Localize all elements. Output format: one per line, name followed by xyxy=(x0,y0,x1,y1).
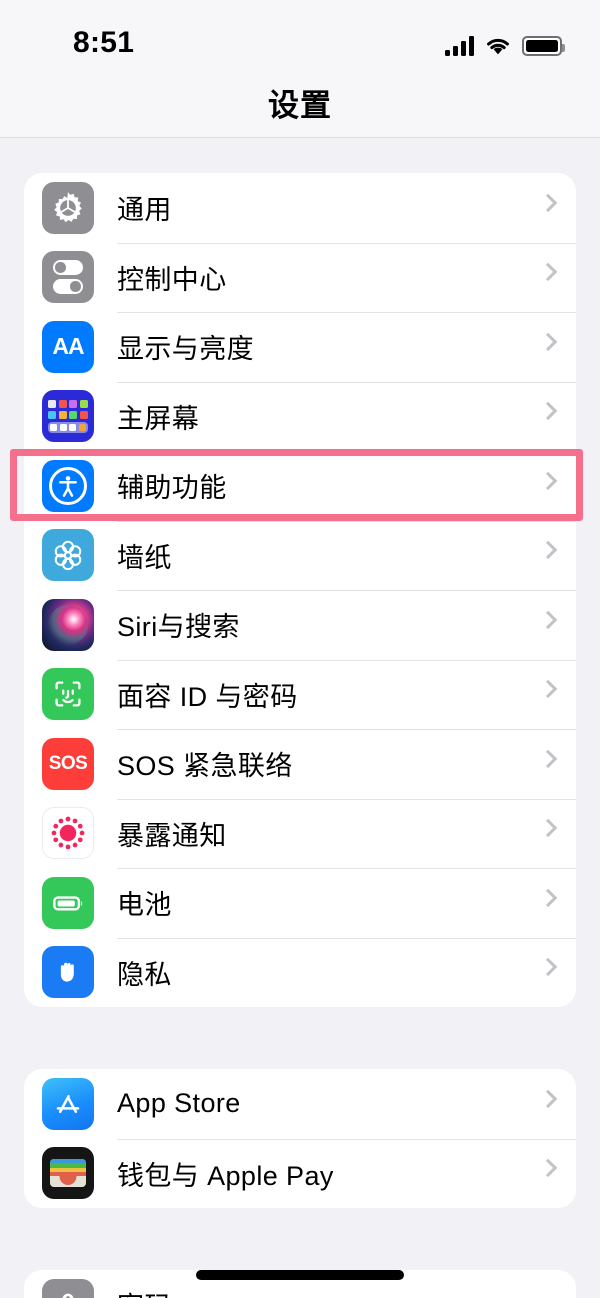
status-indicators xyxy=(445,30,565,56)
chevron-right-icon xyxy=(538,1089,558,1108)
settings-row-app-store[interactable]: App Store xyxy=(24,1069,576,1139)
settings-row-control-center[interactable]: 控制中心 xyxy=(24,242,576,313)
display-icon-text: AA xyxy=(52,333,84,360)
accessibility-icon xyxy=(42,459,94,512)
wifi-icon xyxy=(485,36,511,56)
chevron-right-icon xyxy=(538,540,558,560)
navigation-bar: 设置 xyxy=(0,68,600,138)
settings-row-label: 钱包与 Apple Pay xyxy=(117,1160,334,1191)
settings-row-label: 辅助功能 xyxy=(117,473,227,504)
chevron-right-icon xyxy=(538,1158,558,1178)
settings-row-label: SOS 紧急联络 xyxy=(117,751,293,782)
settings-row-general[interactable]: 通用 xyxy=(24,173,576,243)
home-screen-grid xyxy=(48,399,88,419)
display-brightness-icon: AA xyxy=(42,320,94,373)
app-store-icon xyxy=(42,1077,94,1130)
iphone-settings-screen: 8:51 设置 通用 控制中心 AA 显示与亮度 主屏幕 辅助功能 墙纸 Sir… xyxy=(0,0,600,1298)
home-screen-icon xyxy=(42,390,94,443)
settings-row-label: 电池 xyxy=(117,890,172,921)
settings-row-wallpaper[interactable]: 墙纸 xyxy=(24,520,576,591)
privacy-hand-icon xyxy=(42,946,94,999)
chevron-right-icon xyxy=(538,193,558,212)
battery-icon xyxy=(42,876,94,929)
cellular-signal-icon xyxy=(445,36,474,56)
settings-row-privacy[interactable]: 隐私 xyxy=(24,937,576,1008)
home-screen-dock xyxy=(48,421,88,433)
chevron-right-icon xyxy=(538,401,558,421)
chevron-right-icon xyxy=(538,471,558,490)
sos-icon: SOS xyxy=(42,737,94,790)
settings-row-label: 通用 xyxy=(117,195,172,226)
chevron-right-icon xyxy=(538,679,558,699)
exposure-notification-icon xyxy=(42,807,94,860)
control-center-icon xyxy=(42,251,94,304)
settings-row-accessibility[interactable]: 辅助功能 xyxy=(24,451,576,521)
settings-group-store: App Store 钱包与 Apple Pay xyxy=(24,1069,576,1208)
chevron-right-icon xyxy=(538,262,558,282)
face-id-icon xyxy=(42,668,94,721)
settings-row-exposure-notifications[interactable]: 暴露通知 xyxy=(24,798,576,869)
key-icon xyxy=(42,1278,94,1298)
settings-row-battery[interactable]: 电池 xyxy=(24,868,576,938)
chevron-right-icon xyxy=(538,818,558,838)
settings-row-label: 控制中心 xyxy=(117,264,227,295)
chevron-right-icon xyxy=(538,332,558,351)
settings-row-label: 墙纸 xyxy=(117,542,172,573)
siri-icon xyxy=(42,598,94,651)
status-bar: 8:51 xyxy=(0,0,600,68)
settings-row-home-screen[interactable]: 主屏幕 xyxy=(24,381,576,452)
chevron-right-icon xyxy=(538,610,558,629)
settings-row-label: 暴露通知 xyxy=(117,820,227,851)
wallet-icon xyxy=(42,1147,94,1200)
status-time: 8:51 xyxy=(73,26,135,59)
home-indicator[interactable] xyxy=(196,1270,404,1280)
settings-row-label: 隐私 xyxy=(117,959,172,990)
settings-row-siri-search[interactable]: Siri与搜索 xyxy=(24,590,576,660)
chevron-right-icon xyxy=(538,957,558,977)
chevron-right-icon xyxy=(538,749,558,768)
sos-icon-text: SOS xyxy=(48,752,88,774)
settings-row-label: Siri与搜索 xyxy=(117,612,240,643)
settings-row-label: 面容 ID 与密码 xyxy=(117,681,298,712)
gear-icon xyxy=(42,181,94,234)
settings-row-label: 主屏幕 xyxy=(117,403,200,434)
settings-row-display-brightness[interactable]: AA 显示与亮度 xyxy=(24,312,576,382)
chevron-right-icon xyxy=(538,888,558,907)
settings-row-label: 显示与亮度 xyxy=(117,334,254,365)
wallpaper-icon xyxy=(42,529,94,582)
battery-full-icon xyxy=(522,36,565,56)
settings-row-label: App Store xyxy=(117,1088,241,1119)
settings-row-emergency-sos[interactable]: SOS SOS 紧急联络 xyxy=(24,729,576,799)
settings-scroll-view[interactable]: 通用 控制中心 AA 显示与亮度 主屏幕 辅助功能 墙纸 Siri与搜索 面容 … xyxy=(0,139,600,1298)
settings-row-wallet-apple-pay[interactable]: 钱包与 Apple Pay xyxy=(24,1138,576,1209)
page-title: 设置 xyxy=(268,88,332,123)
settings-group-system: 通用 控制中心 AA 显示与亮度 主屏幕 辅助功能 墙纸 Siri与搜索 面容 … xyxy=(24,173,576,1007)
settings-row-face-id-passcode[interactable]: 面容 ID 与密码 xyxy=(24,659,576,730)
settings-row-label: 密码 xyxy=(117,1285,172,1298)
